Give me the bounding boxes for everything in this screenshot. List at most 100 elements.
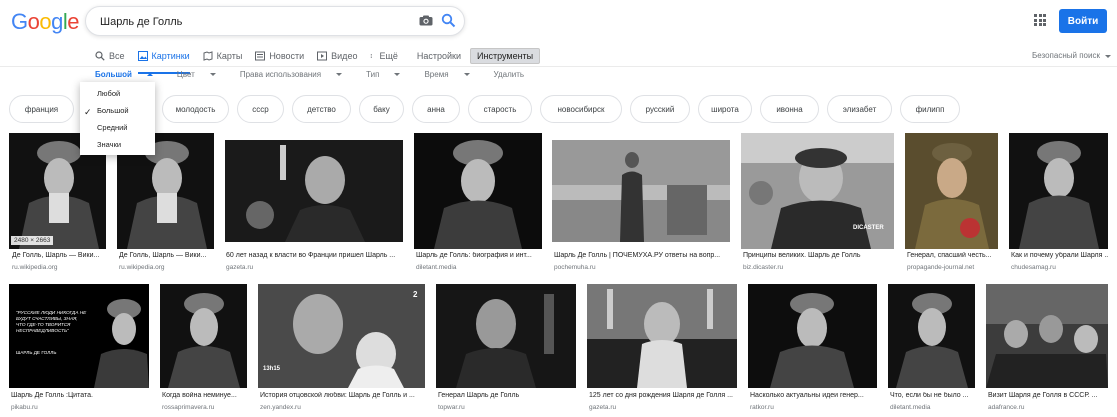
search-icon	[95, 51, 105, 61]
related-chip[interactable]: новосибирск	[540, 95, 622, 123]
result-caption[interactable]: Де Голль, Шарль — Вики...	[119, 252, 214, 259]
image-result[interactable]	[414, 133, 542, 249]
result-source: topwar.ru	[438, 404, 465, 411]
filter-rights[interactable]: Права использования	[240, 70, 354, 79]
result-caption[interactable]: Шарль де Голль: биография и инт...	[416, 252, 542, 259]
result-caption[interactable]: 60 лет назад к власти во Франции пришел …	[226, 252, 403, 259]
tab-settings[interactable]: Настройки	[417, 46, 461, 66]
size-option-icons[interactable]: Значки	[97, 140, 121, 149]
image-overlay-text: 13h15	[263, 366, 281, 372]
image-result[interactable]	[160, 284, 247, 388]
result-caption[interactable]: История отцовской любви: Шарль де Голль …	[260, 392, 425, 399]
image-result[interactable]	[888, 284, 975, 388]
result-caption[interactable]: Шарль Де Голль | ПОЧЕМУХА.РУ ответы на в…	[554, 252, 730, 259]
tab-label: Все	[109, 51, 125, 61]
tab-label: Настройки	[416, 51, 462, 61]
result-caption[interactable]: Де Голль, Шарль — Вики...	[12, 252, 106, 259]
size-option-any[interactable]: Любой	[97, 89, 120, 98]
result-caption[interactable]: Визит Шарля де Голля в СССР. ...	[988, 392, 1108, 399]
signin-button[interactable]: Войти	[1059, 9, 1107, 33]
filter-type[interactable]: Тип	[366, 70, 412, 79]
related-chip[interactable]: старость	[468, 95, 532, 123]
result-caption[interactable]: Принципы великих. Шарль де Голль	[743, 252, 894, 259]
safe-search-toggle[interactable]: Безопасный поиск	[1032, 51, 1112, 60]
search-icon[interactable]	[441, 13, 456, 28]
more-icon	[371, 54, 373, 58]
related-chip[interactable]: молодость	[162, 95, 229, 123]
safe-search-label: Безопасный поиск	[1032, 51, 1100, 60]
result-source: gazeta.ru	[589, 404, 617, 411]
image-result[interactable]	[905, 133, 998, 249]
tab-label: Видео	[331, 51, 358, 61]
result-source: ratkor.ru	[750, 404, 774, 411]
image-result[interactable]	[436, 284, 576, 388]
chevron-down-icon	[209, 73, 216, 76]
result-source: rossaprimavera.ru	[162, 404, 215, 411]
logo-letter: o	[27, 9, 40, 34]
filter-color-label: Цвет	[176, 70, 195, 79]
result-caption[interactable]: Шарль Де Голль :Цитата.	[11, 392, 149, 399]
related-chip[interactable]: ссср	[237, 95, 284, 123]
logo-letter: g	[51, 9, 63, 34]
related-chip[interactable]: широта	[698, 95, 752, 123]
filter-color[interactable]: Цвет	[177, 70, 228, 79]
tab-more[interactable]: Ещё	[370, 46, 398, 66]
filter-time[interactable]: Время	[424, 70, 481, 79]
tab-video[interactable]: Видео	[317, 46, 357, 66]
result-source: gazeta.ru	[226, 264, 254, 271]
result-caption[interactable]: Как и почему убрали Шарля ...	[1011, 252, 1108, 259]
checkmark-icon: ✓	[84, 107, 92, 117]
related-chip[interactable]: баку	[359, 95, 404, 123]
image-result[interactable]	[552, 140, 730, 242]
image-result[interactable]	[748, 284, 877, 388]
chevron-down-icon	[1105, 55, 1112, 58]
tools-button[interactable]: Инструменты	[470, 48, 541, 64]
image-result[interactable]	[986, 284, 1108, 388]
image-result[interactable]	[587, 284, 737, 388]
related-chip[interactable]: элизабет	[827, 95, 892, 123]
camera-icon[interactable]	[419, 15, 433, 26]
tab-tools[interactable]: Инструменты	[470, 46, 541, 66]
result-caption[interactable]: Когда война неминуе...	[162, 392, 247, 399]
related-chip[interactable]: филипп	[900, 95, 960, 123]
filter-size[interactable]: Большой	[95, 70, 165, 79]
chevron-up-icon	[146, 73, 153, 76]
related-chip[interactable]: франция	[9, 95, 74, 123]
image-corner-badge: 2	[413, 290, 418, 299]
result-caption[interactable]: Что, если бы не было ...	[890, 392, 975, 399]
result-source: diletant.media	[416, 264, 457, 271]
chevron-down-icon	[336, 73, 343, 76]
related-chip[interactable]: ивонна	[760, 95, 819, 123]
image-result[interactable]: 2 13h15	[258, 284, 425, 388]
search-input[interactable]	[98, 12, 412, 32]
news-icon	[255, 51, 266, 61]
result-caption[interactable]: 125 лет со дня рождения Шарля де Голля .…	[589, 392, 737, 399]
result-source: pikabu.ru	[11, 404, 38, 411]
tab-maps[interactable]: Карты	[203, 46, 243, 66]
video-icon	[317, 51, 328, 61]
result-caption[interactable]: Генерал, спасший честь...	[907, 252, 998, 259]
filter-rights-label: Права использования	[239, 70, 322, 79]
image-result[interactable]	[1009, 133, 1108, 249]
filter-clear[interactable]: Удалить	[494, 70, 525, 79]
apps-grid-icon[interactable]	[1034, 14, 1046, 26]
map-icon	[203, 51, 213, 61]
image-result[interactable]	[9, 284, 149, 388]
tab-all[interactable]: Все	[95, 46, 125, 66]
related-chip[interactable]: детство	[292, 95, 351, 123]
size-option-large[interactable]: Большой	[97, 106, 129, 115]
result-caption[interactable]: Генерал Шарль де Голль	[438, 392, 576, 399]
image-result[interactable]	[225, 140, 403, 242]
size-option-medium[interactable]: Средний	[97, 123, 128, 132]
result-caption[interactable]: Насколько актуальны идеи генер...	[750, 392, 877, 399]
tab-news[interactable]: Новости	[255, 46, 304, 66]
result-source: adafrance.ru	[988, 404, 1025, 411]
tab-label: Карты	[216, 51, 243, 61]
tab-label: Новости	[269, 51, 305, 61]
tab-images[interactable]: Картинки	[137, 46, 190, 74]
image-quote-text: "РУССКИЕ ЛЮДИ НИКОГДА НЕ БУДУТ СЧАСТЛИВЫ…	[16, 310, 87, 333]
google-logo[interactable]: Google	[11, 9, 80, 35]
related-chip[interactable]: русский	[630, 95, 690, 123]
related-chip[interactable]: анна	[412, 95, 460, 123]
image-result[interactable]: DICASTER	[741, 133, 894, 249]
